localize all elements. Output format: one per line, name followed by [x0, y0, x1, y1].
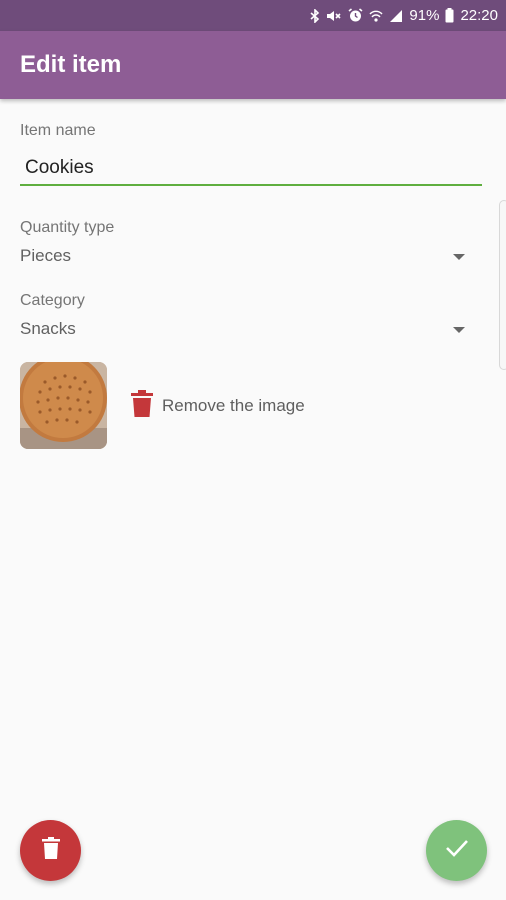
- item-image-thumbnail[interactable]: [20, 362, 107, 449]
- delete-item-button[interactable]: [20, 820, 81, 881]
- dropdown-arrow-icon: [453, 254, 465, 260]
- wifi-icon: [369, 9, 383, 23]
- quantity-type-label: Quantity type: [20, 219, 115, 236]
- dropdown-arrow-icon: [453, 327, 465, 333]
- remove-image-button[interactable]: Remove the image: [130, 389, 305, 423]
- category-dropdown[interactable]: Snacks: [20, 317, 476, 345]
- mute-icon: [326, 9, 342, 23]
- check-icon: [445, 839, 469, 862]
- quantity-type-dropdown[interactable]: Pieces: [20, 244, 476, 272]
- signal-icon: [389, 9, 403, 23]
- save-item-button[interactable]: [426, 820, 487, 881]
- status-time: 22:20: [460, 7, 498, 24]
- status-bar: 91% 22:20: [0, 0, 506, 31]
- page-title: Edit item: [20, 51, 122, 78]
- alarm-icon: [348, 8, 363, 23]
- bluetooth-icon: [310, 8, 320, 23]
- edit-item-screen: 91% 22:20 Edit item Item name Quantity t…: [0, 0, 506, 900]
- cookie-photo: [20, 362, 107, 449]
- app-bar: Edit item: [0, 31, 506, 99]
- battery-icon: [445, 8, 454, 23]
- battery-percent: 91%: [409, 7, 440, 24]
- trash-icon: [41, 837, 60, 864]
- item-name-label: Item name: [20, 122, 96, 139]
- category-value: Snacks: [20, 319, 76, 338]
- quantity-type-value: Pieces: [20, 246, 72, 265]
- trash-icon: [130, 389, 154, 423]
- category-label: Category: [20, 292, 85, 309]
- item-name-input[interactable]: [20, 151, 482, 186]
- remove-image-label: Remove the image: [162, 396, 305, 415]
- edge-panel-handle[interactable]: [499, 200, 506, 370]
